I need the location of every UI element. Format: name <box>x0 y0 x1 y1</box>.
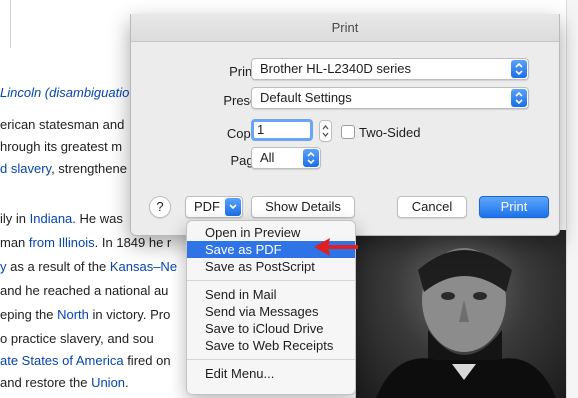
article-link[interactable]: from Illinois <box>29 235 95 250</box>
printer-value: Brother HL-L2340D series <box>260 61 412 76</box>
article-text-span: . In 1849 he r <box>94 235 172 250</box>
red-arrow-icon <box>314 238 358 256</box>
two-sided-label: Two-Sided <box>359 125 421 140</box>
dialog-title: Print <box>131 14 559 42</box>
article-text-span: eping the <box>0 307 58 322</box>
article-text-span: erican statesman and <box>0 117 125 132</box>
menu-separator <box>187 280 355 281</box>
article-text-span: ily in <box>0 211 30 226</box>
copies-stepper[interactable] <box>319 120 332 142</box>
article-line: eping the North in victory. Pro <box>0 307 170 322</box>
article-line: hrough its greatest m <box>0 139 122 154</box>
menu-item-send-via-messages[interactable]: Send via Messages <box>187 303 355 320</box>
page-divider <box>10 0 11 48</box>
article-line: o practice slavery, and sou <box>0 331 154 346</box>
copies-input[interactable]: 1 <box>251 119 313 141</box>
article-text-span: . He was <box>72 211 123 226</box>
menu-separator <box>187 359 355 360</box>
stepper-arrows-icon <box>322 124 329 138</box>
updown-chevron-icon <box>511 60 527 78</box>
cancel-button[interactable]: Cancel <box>397 196 467 218</box>
article-link[interactable]: Union <box>91 375 125 390</box>
article-text-span: man <box>0 235 29 250</box>
pdf-menu-button[interactable]: PDF <box>185 196 243 218</box>
article-text-span: hrough its greatest m <box>0 139 123 154</box>
menu-item-send-in-mail[interactable]: Send in Mail <box>187 286 355 303</box>
pages-select[interactable]: All <box>251 147 321 169</box>
pages-value: All <box>260 150 275 165</box>
article-line: Lincoln (disambiguatio <box>0 85 129 100</box>
chevron-down-icon <box>225 198 241 216</box>
article-line: and restore the Union. <box>0 375 129 390</box>
portrait-photo <box>356 230 566 398</box>
presets-value: Default Settings <box>260 90 352 105</box>
article-link[interactable]: d slavery <box>0 161 51 176</box>
two-sided-checkbox[interactable] <box>341 125 355 139</box>
window-edge <box>566 0 578 398</box>
article-line: ate States of America fired on <box>0 353 171 368</box>
updown-chevron-icon <box>511 89 527 107</box>
presets-select[interactable]: Default Settings <box>251 87 529 109</box>
updown-chevron-icon <box>303 149 319 167</box>
article-text-span: , strengthene <box>51 161 127 176</box>
article-line: man from Illinois. In 1849 he r <box>0 235 171 250</box>
article-text-span: in victory. Pro <box>88 307 171 322</box>
show-details-button[interactable]: Show Details <box>251 196 355 218</box>
article-line: and he reached a national au <box>0 283 168 298</box>
printer-select[interactable]: Brother HL-L2340D series <box>251 58 529 80</box>
article-link[interactable]: Kansas–Ne <box>110 259 177 274</box>
article-line: erican statesman and <box>0 117 124 132</box>
menu-item-save-to-icloud-drive[interactable]: Save to iCloud Drive <box>187 320 355 337</box>
article-link[interactable]: Indiana <box>30 211 73 226</box>
pdf-button-label: PDF <box>194 199 220 214</box>
menu-item-save-as-postscript[interactable]: Save as PostScript <box>187 258 355 275</box>
article-text-span: . <box>125 375 129 390</box>
article-link[interactable]: ate States of America <box>0 353 124 368</box>
article-text-span: fired on <box>123 353 171 368</box>
article-line: ily in Indiana. He was <box>0 211 123 226</box>
article-text-span: and he reached a national au <box>0 283 169 298</box>
print-button[interactable]: Print <box>479 196 549 218</box>
menu-item-save-to-web-receipts[interactable]: Save to Web Receipts <box>187 337 355 354</box>
menu-item-edit-menu[interactable]: Edit Menu... <box>187 365 355 382</box>
help-button[interactable]: ? <box>149 196 171 218</box>
article-link[interactable]: North <box>57 307 89 322</box>
article-text-span: as a result of the <box>6 259 110 274</box>
article-text-span: and restore the <box>0 375 92 390</box>
article-text-span: o practice slavery, and sou <box>0 331 154 346</box>
print-dialog: Print Printer: Brother HL-L2340D series … <box>130 14 560 236</box>
article-line: d slavery, strengthene <box>0 161 127 176</box>
article-link[interactable]: Lincoln (disambiguatio <box>0 85 129 100</box>
article-line: y as a result of the Kansas–Ne <box>0 259 177 274</box>
